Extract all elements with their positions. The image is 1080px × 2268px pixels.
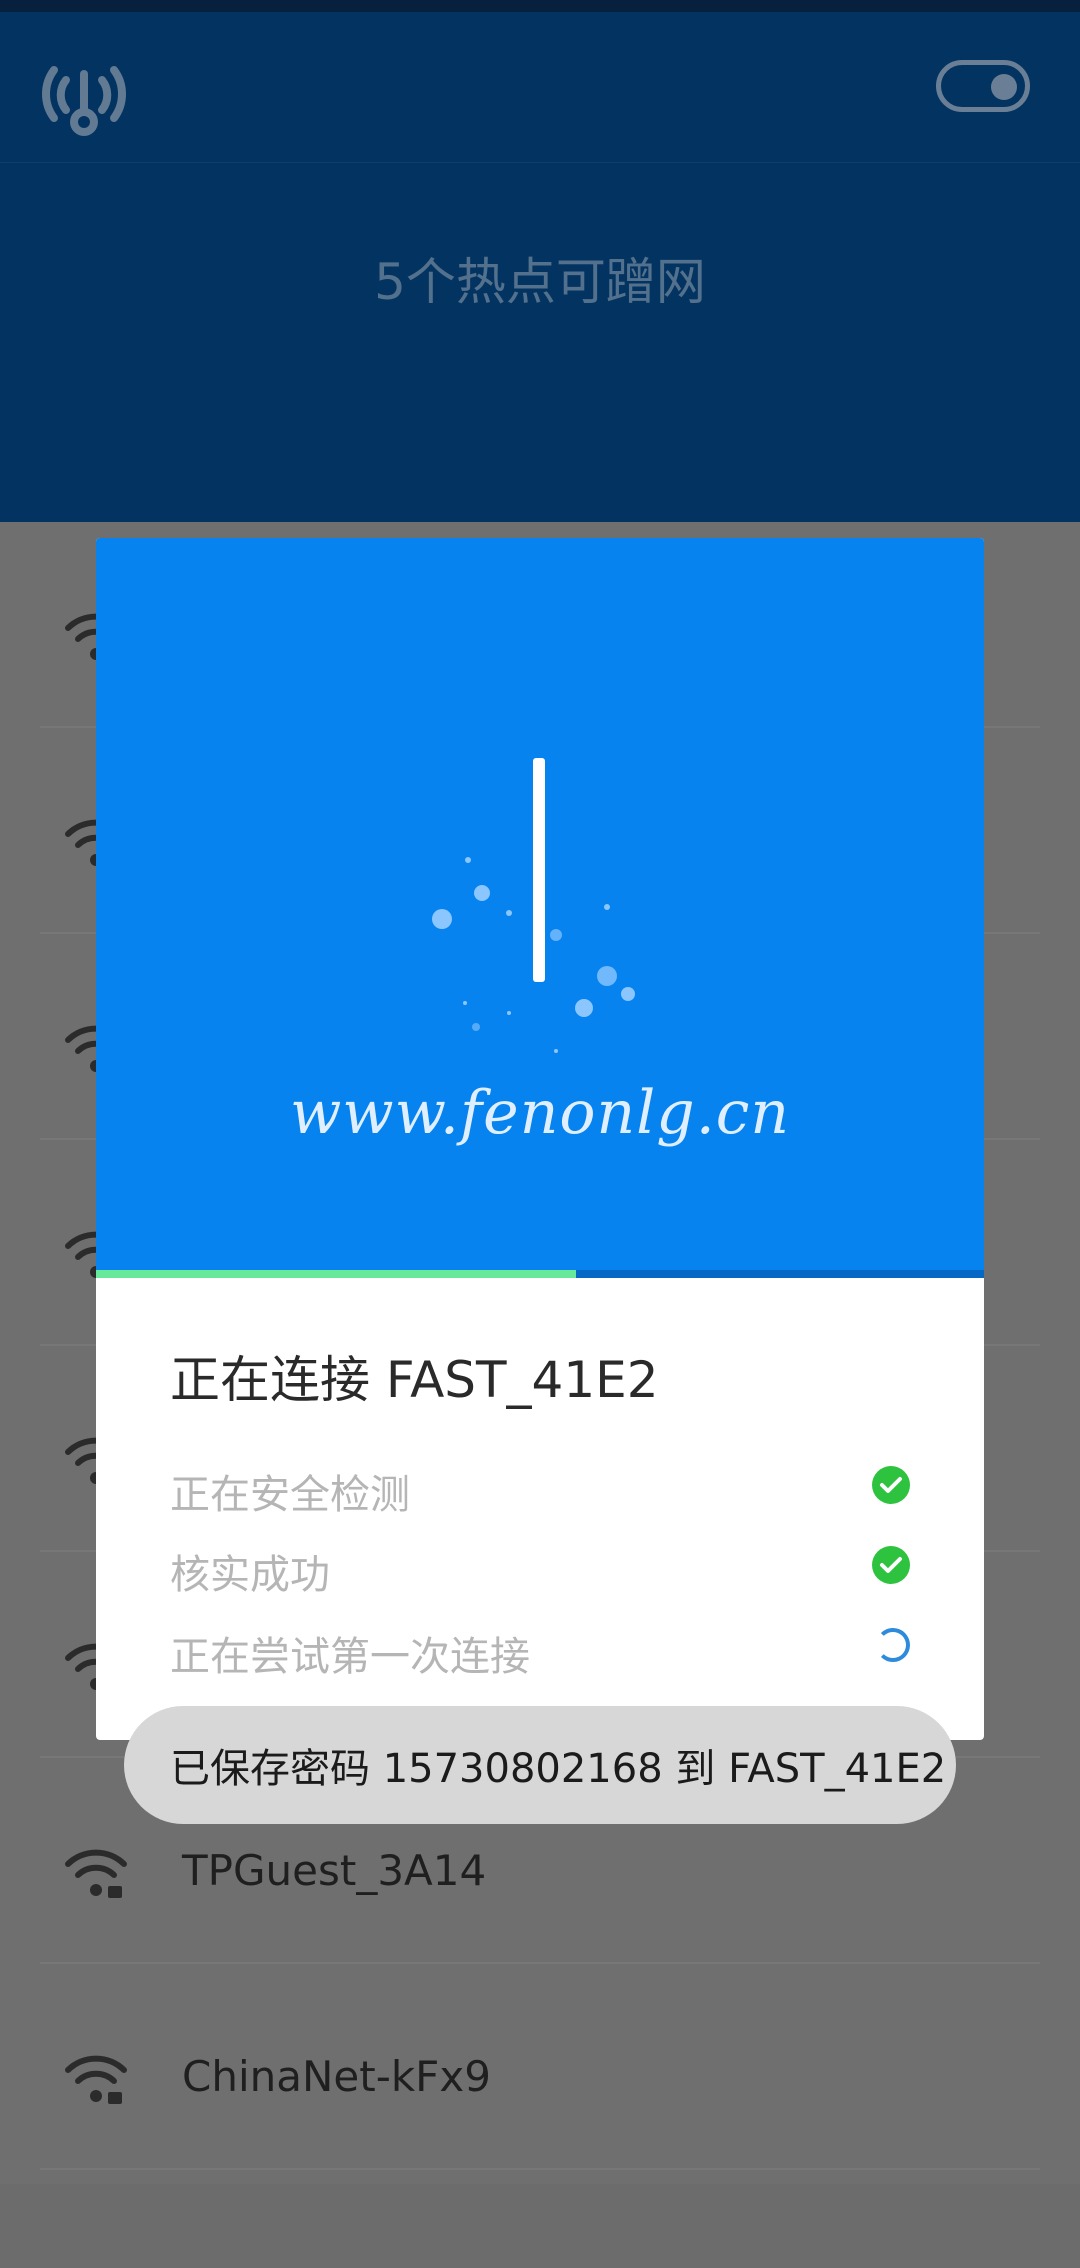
wifi-lock-icon xyxy=(65,1849,127,1898)
step-first-connect: 正在尝试第一次连接 xyxy=(170,1624,910,1684)
toolbar xyxy=(0,12,1080,163)
network-list-item[interactable]: ChinaNet-kFx9 xyxy=(40,1964,1040,2170)
network-name: ChinaNet-kFx9 xyxy=(182,2052,491,2101)
wifi-key-logo-icon[interactable] xyxy=(36,52,132,148)
toast-text: 已保存密码 15730802168 到 FAST_41E2 xyxy=(170,1746,947,1792)
hotspot-count-text: 5个热点可蹭网 xyxy=(374,253,706,311)
dialog-title: 正在连接 FAST_41E2 xyxy=(170,1351,659,1409)
bottom-bar xyxy=(0,2184,1080,2268)
status-bar xyxy=(0,0,1080,12)
network-name: TPGuest_3A14 xyxy=(182,1846,487,1895)
app-header: 5个热点可蹭网 xyxy=(0,12,1080,522)
step-security-check: 正在安全检测 xyxy=(170,1462,910,1522)
step-label: 正在安全检测 xyxy=(170,1472,410,1518)
connection-progress-bar xyxy=(96,1270,984,1278)
step-verified: 核实成功 xyxy=(170,1542,910,1602)
toast-message: 已保存密码 15730802168 到 FAST_41E2 xyxy=(124,1706,956,1824)
connecting-dialog: www.fenonlg.cn 正在连接 FAST_41E2 正在安全检测 核实成… xyxy=(96,538,984,1740)
toggle-knob xyxy=(991,74,1017,100)
watermark-text: www.fenonlg.cn xyxy=(289,1078,791,1148)
progress-fill xyxy=(96,1270,576,1278)
step-label: 正在尝试第一次连接 xyxy=(170,1634,530,1680)
step-label: 核实成功 xyxy=(170,1552,330,1598)
check-circle-icon xyxy=(872,1466,910,1504)
wifi-toggle[interactable] xyxy=(936,60,1030,112)
check-circle-icon xyxy=(872,1546,910,1584)
connecting-animation xyxy=(432,758,635,1053)
wifi-lock-icon xyxy=(65,2055,127,2104)
dialog-hero: www.fenonlg.cn xyxy=(96,538,984,1270)
loading-spinner-icon xyxy=(876,1628,910,1662)
